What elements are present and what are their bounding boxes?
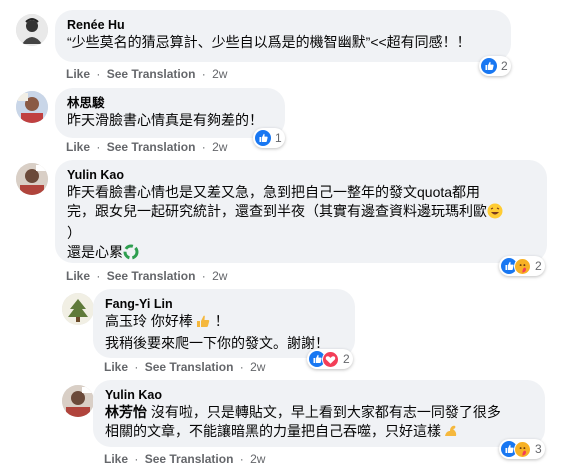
comment-text: 昨天看臉書心情也是又差又急，急到把自己一整年的發文quota都用 [67, 184, 481, 200]
timestamp[interactable]: 2w [212, 269, 227, 283]
thumbs-up-emoji-icon [195, 313, 211, 334]
like-icon [481, 58, 497, 74]
comment-actions: Like · See Translation · 2w [66, 269, 227, 283]
care-icon [514, 440, 531, 458]
like-link[interactable]: Like [66, 269, 90, 283]
comment-text: “少些莫名的猜忌算計、少些自以爲是的機智幽默”<<超有同感！！ [67, 34, 471, 50]
comment-author[interactable]: Renée Hu [67, 17, 499, 33]
comment-text-line: 高玉玲 你好棒 [105, 313, 193, 329]
reaction-count: 2 [535, 259, 542, 273]
separator: · [134, 452, 139, 466]
reaction-count: 2 [343, 352, 350, 366]
comment-text: ） [67, 225, 81, 241]
comment-author[interactable]: Yulin Kao [105, 387, 533, 403]
flexed-bicep-emoji-icon [443, 423, 459, 444]
reaction-count: 1 [275, 131, 282, 145]
separator: · [96, 269, 101, 283]
reaction-summary[interactable]: 2 [307, 349, 353, 369]
comment-text-line: 還是心累 [67, 244, 123, 260]
comment-bubble: Yulin Kao 昨天看臉書心情也是又差又急，急到把自己一整年的發文quota… [55, 160, 547, 263]
timestamp[interactable]: 2w [250, 360, 265, 374]
comment-text: 我稍後要來爬一下你的發文。謝謝！ [105, 335, 329, 351]
separator: · [239, 452, 244, 466]
reaction-summary[interactable]: 2 [479, 56, 511, 76]
like-link[interactable]: Like [66, 67, 90, 81]
separator: · [201, 269, 206, 283]
timestamp[interactable]: 2w [212, 140, 227, 154]
recycle-emoji-icon [123, 244, 139, 265]
reaction-count: 3 [535, 442, 542, 456]
laughing-emoji-icon [487, 203, 503, 224]
reaction-summary[interactable]: 2 [499, 256, 545, 276]
separator: · [96, 140, 101, 154]
comment-actions: Like · See Translation · 2w [104, 452, 265, 466]
comment-author[interactable]: 林思駿 [67, 95, 273, 111]
comment-text: 還是心累 [67, 243, 535, 265]
like-icon [255, 130, 271, 146]
reaction-count: 2 [501, 59, 508, 73]
comment-author[interactable]: Fang-Yi Lin [105, 296, 343, 312]
comment-actions: Like · See Translation · 2w [66, 140, 227, 154]
timestamp[interactable]: 2w [212, 67, 227, 81]
like-link[interactable]: Like [104, 452, 128, 466]
see-translation-link[interactable]: See Translation [145, 360, 234, 374]
separator: · [201, 67, 206, 81]
comment-bubble: Renée Hu “少些莫名的猜忌算計、少些自以爲是的機智幽默”<<超有同感！！ [55, 10, 511, 62]
reaction-summary[interactable]: 1 [253, 128, 285, 148]
see-translation-link[interactable]: See Translation [107, 269, 196, 283]
avatar[interactable] [62, 385, 94, 417]
timestamp[interactable]: 2w [250, 452, 265, 466]
mention-link[interactable]: 林芳怡 [105, 404, 147, 420]
comment-actions: Like · See Translation · 2w [104, 360, 265, 374]
see-translation-link[interactable]: See Translation [145, 452, 234, 466]
comment-actions: Like · See Translation · 2w [66, 67, 227, 81]
care-icon [514, 257, 531, 275]
comment-text: 昨天滑臉書心情真是有夠差的！ [67, 112, 263, 128]
separator: · [239, 360, 244, 374]
comment-text: 高玉玲 你好棒 ！ [105, 312, 343, 334]
see-translation-link[interactable]: See Translation [107, 140, 196, 154]
comment-text-line: 沒有啦，只是轉貼文，早上看到大家都有志一同發了很多 [147, 404, 501, 420]
comment-text: 林芳怡 沒有啦，只是轉貼文，早上看到大家都有志一同發了很多 [105, 403, 533, 422]
love-icon [322, 350, 339, 368]
separator: · [96, 67, 101, 81]
separator: · [201, 140, 206, 154]
avatar[interactable] [16, 14, 48, 46]
see-translation-link[interactable]: See Translation [107, 67, 196, 81]
comment-bubble: Yulin Kao 林芳怡 沒有啦，只是轉貼文，早上看到大家都有志一同發了很多 … [93, 380, 545, 447]
comment-author[interactable]: Yulin Kao [67, 167, 535, 183]
comment-bubble: 林思駿 昨天滑臉書心情真是有夠差的！ [55, 88, 285, 138]
like-link[interactable]: Like [66, 140, 90, 154]
comment-text: 完，跟女兒一起研究統計，還查到半夜（其實有邊查資料邊玩瑪利歐 [67, 202, 535, 224]
comment-text-line: 相關的文章，不能讓暗黑的力量把自己吞噬，只好這樣 [105, 423, 441, 439]
like-link[interactable]: Like [104, 360, 128, 374]
comment-text-line: 完，跟女兒一起研究統計，還查到半夜（其實有邊查資料邊玩瑪利歐 [67, 203, 487, 219]
avatar[interactable] [16, 91, 48, 123]
reaction-summary[interactable]: 3 [499, 439, 545, 459]
avatar[interactable] [62, 293, 94, 325]
separator: · [134, 360, 139, 374]
comment-text: 相關的文章，不能讓暗黑的力量把自己吞噬，只好這樣 [105, 422, 533, 444]
avatar[interactable] [16, 163, 48, 195]
comment-bubble: Fang-Yi Lin 高玉玲 你好棒 ！ 我稍後要來爬一下你的發文。謝謝！ [93, 289, 355, 358]
